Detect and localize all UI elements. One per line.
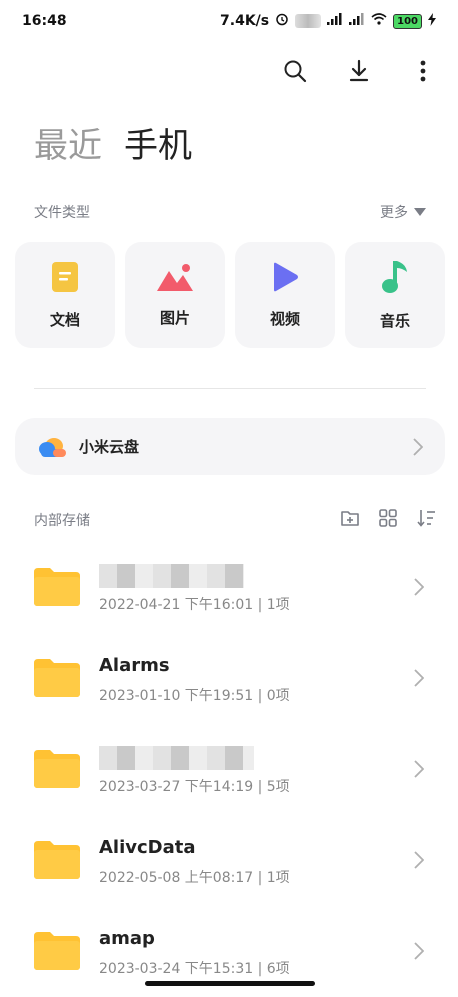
play-icon [274,262,298,291]
new-folder-icon[interactable] [340,508,360,528]
type-label-videos: 视频 [269,309,300,328]
type-card-images[interactable]: 图片 [125,242,225,348]
sort-icon[interactable] [416,508,436,528]
folder-list: 2022-04-21 下午16:01 | 1项 Alarms 2023-01-1… [0,542,458,997]
list-item[interactable]: 2022-04-21 下午16:01 | 1项 [0,542,458,633]
type-label-images: 图片 [159,308,190,327]
network-speed: 7.4K/s [220,13,270,29]
tab-recent[interactable]: 最近 [34,118,102,167]
type-label-documents: 文档 [49,310,80,329]
folder-name: AlivcData [99,837,196,858]
list-item[interactable]: 2023-03-27 下午14:19 | 5项 [0,724,458,815]
status-bar: 16:48 7.4K/s 100 [0,0,458,42]
type-card-videos[interactable]: 视频 [235,242,335,348]
folder-meta: 2023-03-27 下午14:19 | 5项 [99,779,290,795]
list-item[interactable]: AlivcData 2022-05-08 上午08:17 | 1项 [0,815,458,906]
more-options-icon[interactable] [410,58,436,84]
image-icon [157,263,193,291]
chevron-right-icon [414,578,424,596]
wifi-icon [371,13,387,29]
signal-icon-2 [349,13,365,29]
folder-icon [34,568,80,606]
music-note-icon [382,260,407,293]
blurred-status-icon [295,14,322,28]
battery-icon: 100 [393,13,422,29]
type-label-music: 音乐 [379,311,410,330]
more-button[interactable]: 更多 [380,202,426,222]
cloud-drive-item[interactable]: 小米云盘 [15,418,445,475]
chevron-right-icon [414,669,424,687]
divider [34,388,426,389]
folder-icon [34,750,80,788]
folder-name: Alarms [99,655,170,676]
folder-icon [34,659,80,697]
document-icon [52,261,78,292]
type-card-music[interactable]: 音乐 [345,242,445,348]
cloud-drive-label: 小米云盘 [79,438,140,456]
list-item[interactable]: Alarms 2023-01-10 下午19:51 | 0项 [0,633,458,724]
folder-name-redacted [99,564,244,588]
folder-meta: 2022-04-21 下午16:01 | 1项 [99,597,290,613]
tab-phone[interactable]: 手机 [124,118,192,167]
folder-meta: 2023-03-24 下午15:31 | 6项 [99,961,290,977]
folder-meta: 2023-01-10 下午19:51 | 0项 [99,688,290,704]
chevron-right-icon [414,760,424,778]
chevron-right-icon [414,851,424,869]
download-icon[interactable] [346,58,372,84]
charging-icon [428,12,436,30]
top-toolbar [282,58,436,84]
folder-icon [34,841,80,879]
home-indicator[interactable] [145,981,315,986]
file-type-grid: 文档 图片 视频 音乐 [15,242,445,348]
triangle-down-icon [414,208,426,216]
more-label: 更多 [380,205,408,221]
storage-toolbar [340,508,436,528]
type-card-documents[interactable]: 文档 [15,242,115,348]
chevron-right-icon [414,942,424,960]
status-time: 16:48 [22,13,67,29]
view-tabs: 最近 手机 [34,118,192,167]
status-icons: 7.4K/s 100 [220,12,436,30]
folder-meta: 2022-05-08 上午08:17 | 1项 [99,870,290,886]
folder-name: amap [99,928,155,949]
alarm-icon [275,12,289,30]
cloud-icon [39,437,66,457]
folder-name-redacted [99,746,254,770]
grid-view-icon[interactable] [378,508,398,528]
search-icon[interactable] [282,58,308,84]
file-types-title: 文件类型 [34,205,90,221]
folder-icon [34,932,80,970]
signal-icon [327,13,343,29]
storage-title: 内部存储 [34,513,90,529]
chevron-right-icon [413,437,423,456]
